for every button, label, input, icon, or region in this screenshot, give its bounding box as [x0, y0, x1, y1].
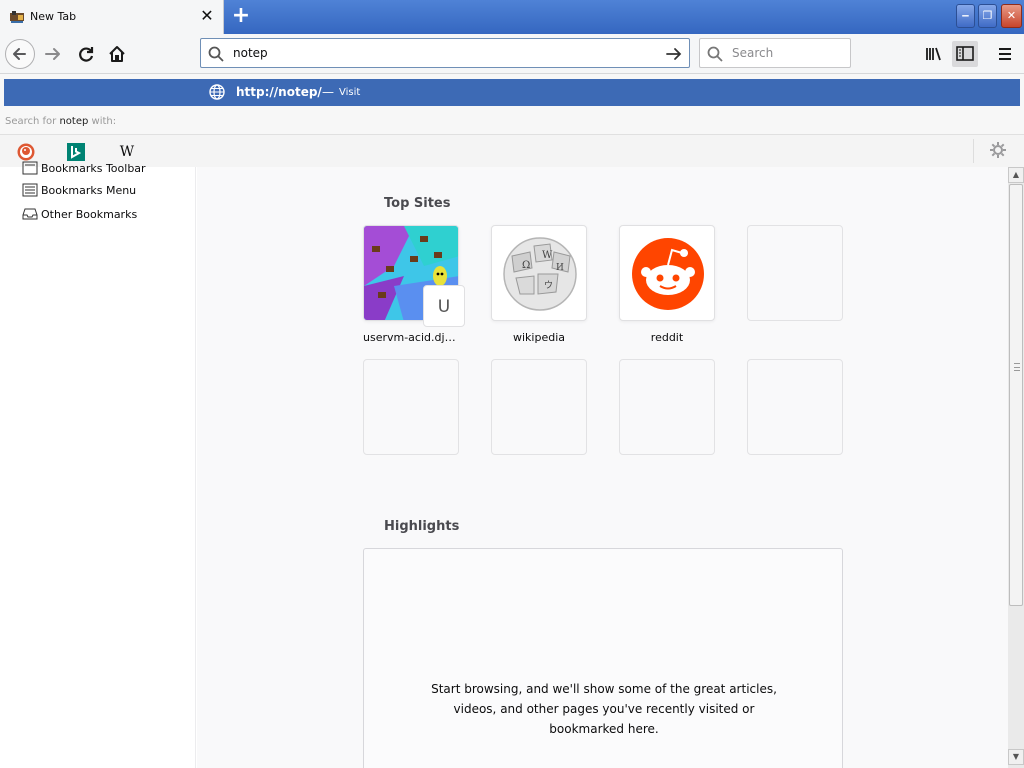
- top-site-tile-empty[interactable]: [363, 359, 459, 455]
- scrollbar-thumb[interactable]: [1009, 184, 1023, 606]
- home-button[interactable]: [102, 39, 132, 69]
- reload-icon: [79, 47, 94, 62]
- back-button[interactable]: [5, 39, 35, 69]
- top-site-label: reddit: [650, 331, 684, 344]
- visit-label: Visit: [339, 87, 361, 98]
- bookmarks-toolbar-icon: [22, 161, 38, 175]
- new-tab-page: Top Sites Ω W И ウ uservm-acid.djpa wikip…: [197, 167, 1008, 768]
- new-tab-button[interactable]: +: [230, 5, 252, 27]
- top-sites-heading: Top Sites: [384, 196, 451, 211]
- search-icon: [208, 46, 224, 62]
- url-bar[interactable]: notep: [200, 38, 690, 68]
- engines-separator: [973, 139, 974, 163]
- highlights-empty-message: Start browsing, and we'll show some of t…: [364, 679, 844, 739]
- scrollbar-grip: [1014, 363, 1020, 371]
- top-site-tile-empty[interactable]: [619, 359, 715, 455]
- search-icon: [707, 46, 723, 62]
- top-site-tile-empty[interactable]: [491, 359, 587, 455]
- wikipedia-globe-icon: Ω W И ウ: [503, 237, 577, 311]
- hamburger-menu-icon: [999, 48, 1011, 60]
- search-for-suffix: with:: [88, 116, 117, 127]
- highlights-empty-line-3: bookmarked here.: [549, 722, 659, 736]
- site-letter-badge: U: [423, 285, 465, 327]
- forward-arrow-icon: [45, 48, 60, 60]
- tab-close-icon[interactable]: ✕: [199, 8, 215, 24]
- svg-text:W: W: [542, 250, 553, 261]
- visit-dash: —: [322, 85, 334, 99]
- sidebar-toggle-button[interactable]: [952, 41, 978, 67]
- maximize-button[interactable]: ❐: [978, 4, 997, 28]
- tab-favicon-icon: [10, 11, 24, 23]
- search-bar[interactable]: Search: [699, 38, 851, 68]
- search-for-prefix: Search for: [5, 116, 60, 127]
- highlights-heading: Highlights: [384, 519, 460, 534]
- bookmarks-sidebar: Bookmarks Toolbar Bookmarks Menu Other B…: [0, 161, 196, 768]
- globe-icon: [209, 84, 225, 100]
- sidebar-item-label: Bookmarks Menu: [41, 184, 137, 197]
- reddit-logo-icon: [632, 238, 704, 310]
- scroll-down-arrow-icon[interactable]: ▼: [1008, 749, 1024, 765]
- top-site-label: wikipedia: [512, 331, 565, 344]
- sidebar-item-label: Other Bookmarks: [41, 208, 138, 221]
- top-site-tile-wikipedia[interactable]: Ω W И ウ: [491, 225, 587, 321]
- menu-button[interactable]: [993, 41, 1019, 67]
- bing-icon[interactable]: [66, 142, 86, 162]
- library-icon: [926, 47, 941, 61]
- folder-tray-icon: [22, 208, 38, 220]
- bookmarks-menu-icon: [22, 183, 38, 197]
- sidebar-icon: [956, 46, 974, 61]
- search-placeholder: Search: [732, 46, 774, 60]
- top-site-tile-empty[interactable]: [747, 359, 843, 455]
- scroll-up-arrow-icon[interactable]: ▲: [1008, 167, 1024, 183]
- forward-button[interactable]: [38, 39, 68, 69]
- window-close-button[interactable]: ✕: [1001, 4, 1022, 28]
- highlights-empty-line-1: Start browsing, and we'll show some of t…: [431, 682, 777, 696]
- autocomplete-visit-row[interactable]: http://notep/ — Visit: [4, 79, 1020, 106]
- svg-text:И: И: [556, 263, 564, 273]
- reload-button[interactable]: [71, 39, 101, 69]
- top-site-tile-reddit[interactable]: [619, 225, 715, 321]
- sidebar-item-label: Bookmarks Toolbar: [41, 162, 146, 175]
- highlights-empty-line-2: videos, and other pages you've recently …: [453, 702, 755, 716]
- top-site-tile-empty[interactable]: [747, 225, 843, 321]
- minimize-button[interactable]: ‒: [956, 4, 975, 28]
- top-site-label: uservm-acid.djpar...: [363, 331, 459, 344]
- search-for-term: notep: [59, 116, 89, 127]
- tab-new-tab[interactable]: New Tab ✕: [0, 0, 224, 34]
- duckduckgo-icon[interactable]: [16, 142, 36, 162]
- home-icon: [109, 46, 125, 62]
- library-button[interactable]: [921, 41, 947, 67]
- tab-title: New Tab: [30, 10, 77, 23]
- vertical-scrollbar[interactable]: ▲ ▼: [1008, 167, 1024, 768]
- search-for-text: Search for notep with:: [5, 116, 116, 127]
- highlights-empty-state: Start browsing, and we'll show some of t…: [363, 548, 843, 768]
- go-arrow-icon[interactable]: [663, 43, 685, 65]
- back-arrow-icon: [13, 48, 26, 60]
- svg-text:ウ: ウ: [544, 280, 553, 291]
- tab-strip: New Tab ✕ + ‒ ❐ ✕: [0, 0, 1024, 34]
- search-settings-gear-icon[interactable]: [988, 140, 1008, 160]
- svg-text:Ω: Ω: [522, 260, 530, 271]
- one-off-search-engines: W: [0, 134, 1024, 167]
- visit-url: http://notep/: [236, 85, 322, 99]
- wikipedia-icon[interactable]: W: [117, 142, 137, 162]
- url-input[interactable]: notep: [233, 46, 268, 60]
- navigation-toolbar: notep Search: [0, 34, 1024, 74]
